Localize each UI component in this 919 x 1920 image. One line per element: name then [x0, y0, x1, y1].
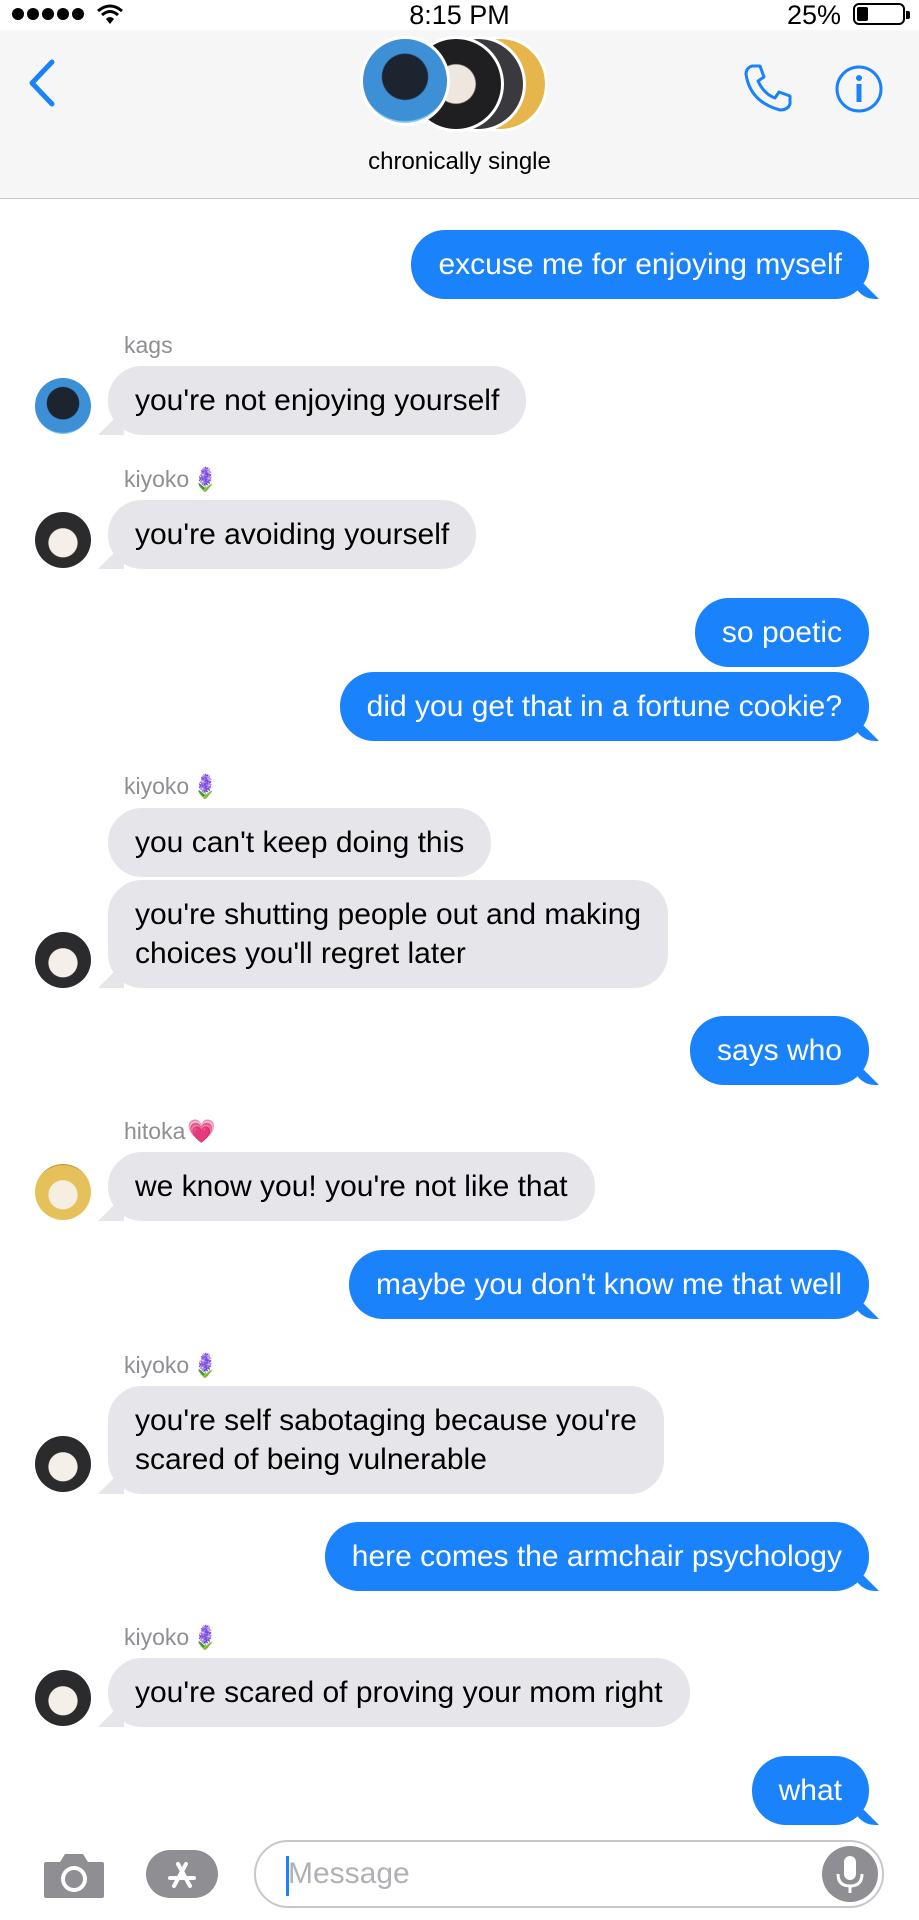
avatar-hitoka[interactable] — [35, 1164, 91, 1220]
sender-name-kiyoko: kiyoko 🪻 — [124, 466, 220, 493]
message-line: scared of being vulnerable — [135, 1443, 487, 1476]
message-line: you're shutting people out and making — [135, 898, 642, 931]
message-input[interactable]: Message — [254, 1840, 884, 1908]
hyacinth-emoji-icon: 🪻 — [191, 1624, 220, 1650]
sender-label: kags — [124, 332, 173, 358]
message-bubble-incoming[interactable]: you're scared of proving your mom right — [108, 1658, 690, 1727]
sender-name-hitoka: hitoka 💗 — [124, 1118, 216, 1145]
message-bubble-outgoing[interactable]: so poetic — [694, 598, 869, 667]
message-bubble-outgoing[interactable]: excuse me for enjoying myself — [411, 230, 869, 299]
message-bubble-incoming[interactable]: you're avoiding yourself — [108, 500, 477, 569]
message-line: you're self sabotaging because you're — [135, 1404, 637, 1437]
hyacinth-emoji-icon: 🪻 — [191, 1352, 220, 1378]
message-bubble-incoming[interactable]: you can't keep doing this — [108, 808, 492, 877]
sender-name-kiyoko: kiyoko 🪻 — [124, 773, 220, 800]
sender-name-kiyoko: kiyoko 🪻 — [124, 1624, 220, 1651]
sender-label: hitoka — [124, 1118, 186, 1144]
avatar-kiyoko[interactable] — [35, 512, 91, 568]
avatar-kiyoko[interactable] — [35, 1670, 91, 1726]
message-input-bar: Message — [0, 1830, 919, 1920]
app-store-icon[interactable] — [146, 1850, 218, 1898]
message-bubble-outgoing[interactable]: what — [751, 1756, 869, 1825]
sender-label: kiyoko — [124, 466, 190, 492]
message-bubble-incoming[interactable]: we know you! you're not like that — [108, 1152, 595, 1221]
message-bubble-incoming[interactable]: you're shutting people out and making ch… — [108, 880, 669, 988]
sender-label: kiyoko — [124, 773, 190, 799]
sender-name-kiyoko: kiyoko 🪻 — [124, 1352, 220, 1379]
avatar-kiyoko[interactable] — [35, 1436, 91, 1492]
heart-emoji-icon: 💗 — [187, 1118, 217, 1144]
message-bubble-outgoing[interactable]: did you get that in a fortune cookie? — [339, 672, 869, 741]
message-bubble-incoming[interactable]: you're not enjoying yourself — [108, 366, 527, 435]
message-bubble-incoming[interactable]: you're self sabotaging because you're sc… — [108, 1386, 664, 1494]
hyacinth-emoji-icon: 🪻 — [191, 773, 220, 799]
message-bubble-outgoing[interactable]: maybe you don't know me that well — [349, 1250, 869, 1319]
message-bubble-outgoing[interactable]: says who — [689, 1016, 869, 1085]
avatar-kags[interactable] — [35, 378, 91, 434]
sender-name-kags: kags — [124, 332, 173, 359]
microphone-icon[interactable] — [822, 1846, 878, 1902]
sender-label: kiyoko — [124, 1352, 190, 1378]
text-caret — [286, 1856, 289, 1896]
hyacinth-emoji-icon: 🪻 — [191, 466, 220, 492]
message-line: choices you'll regret later — [135, 937, 466, 970]
avatar-kiyoko[interactable] — [35, 932, 91, 988]
sender-label: kiyoko — [124, 1624, 190, 1650]
message-thread[interactable]: excuse me for enjoying myself kags you'r… — [0, 0, 919, 1920]
message-bubble-outgoing[interactable]: here comes the armchair psychology — [324, 1522, 869, 1591]
camera-icon[interactable] — [42, 1850, 106, 1900]
message-placeholder: Message — [288, 1857, 410, 1890]
